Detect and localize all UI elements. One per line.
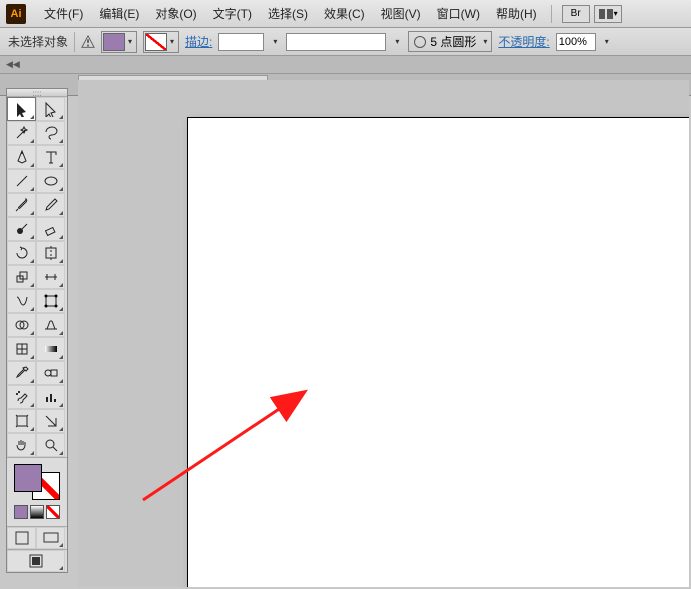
type-tool[interactable] (36, 145, 65, 169)
selection-tool[interactable] (7, 97, 36, 121)
shape-builder-tool[interactable] (7, 313, 36, 337)
perspective-grid-tool[interactable] (36, 313, 65, 337)
separator (551, 5, 552, 23)
variable-width-input[interactable] (286, 33, 386, 51)
brush-preset-label: 5 点圆形 (430, 33, 480, 50)
panel-collapse-icon[interactable]: ◀◀ (6, 59, 20, 70)
blend-tool[interactable] (36, 361, 65, 385)
magic-wand-tool[interactable] (7, 121, 36, 145)
stroke-weight-caret[interactable]: ▾ (270, 37, 280, 46)
zoom-tool[interactable] (36, 433, 65, 457)
paintbrush-tool[interactable] (7, 193, 36, 217)
pen-tool[interactable] (7, 145, 36, 169)
menu-edit[interactable]: 编辑(E) (91, 1, 147, 26)
pencil-tool[interactable] (36, 193, 65, 217)
opacity-input[interactable] (556, 33, 596, 51)
menu-select[interactable]: 选择(S) (260, 1, 316, 26)
app-logo: Ai (6, 4, 26, 24)
change-screen-mode[interactable] (7, 550, 65, 572)
mesh-tool[interactable] (7, 337, 36, 361)
fill-color-swatch[interactable] (14, 464, 42, 492)
stroke-label[interactable]: 描边: (185, 33, 212, 50)
free-transform-tool[interactable] (36, 289, 65, 313)
reflect-tool[interactable] (36, 241, 65, 265)
direct-selection-tool[interactable] (36, 97, 65, 121)
arrange-button[interactable]: ▾ (594, 5, 622, 23)
bridge-button[interactable]: Br (562, 5, 590, 23)
menu-object[interactable]: 对象(O) (147, 1, 204, 26)
menu-bar: Ai 文件(F) 编辑(E) 对象(O) 文字(T) 选择(S) 效果(C) 视… (0, 0, 691, 28)
draw-mode[interactable] (7, 527, 36, 549)
eyedropper-tool[interactable] (7, 361, 36, 385)
brush-preset[interactable]: 5 点圆形 ▾ (408, 31, 492, 52)
fill-swatch[interactable]: ▾ (101, 31, 137, 53)
stroke-swatch[interactable]: ▾ (143, 31, 179, 53)
menu-file[interactable]: 文件(F) (36, 1, 91, 26)
variable-width-caret[interactable]: ▾ (392, 37, 402, 46)
artboard-tool[interactable] (7, 409, 36, 433)
warning-icon (81, 35, 95, 49)
canvas-area[interactable] (78, 80, 689, 587)
separator (74, 32, 75, 52)
tools-panel: :::: (6, 88, 68, 573)
rotate-tool[interactable] (7, 241, 36, 265)
opacity-label[interactable]: 不透明度: (498, 33, 549, 50)
menu-help[interactable]: 帮助(H) (488, 1, 545, 26)
stroke-weight-input[interactable] (218, 33, 264, 51)
selection-status: 未选择对象 (8, 33, 68, 50)
fill-stroke-swatch[interactable] (14, 464, 60, 500)
opacity-caret[interactable]: ▾ (602, 37, 612, 46)
width-tool[interactable] (36, 265, 65, 289)
options-bar: 未选择对象 ▾ ▾ 描边: ▾ ▾ 5 点圆形 ▾ 不透明度: ▾ (0, 28, 691, 56)
panel-grip[interactable]: :::: (7, 89, 67, 97)
menu-view[interactable]: 视图(V) (373, 1, 429, 26)
none-mode[interactable] (46, 505, 60, 519)
gradient-mode[interactable] (30, 505, 44, 519)
symbol-sprayer-tool[interactable] (7, 385, 36, 409)
color-section (7, 457, 67, 526)
ellipse-tool[interactable] (36, 169, 65, 193)
column-graph-tool[interactable] (36, 385, 65, 409)
screen-mode[interactable] (36, 527, 65, 549)
menu-type[interactable]: 文字(T) (205, 1, 260, 26)
color-mode[interactable] (14, 505, 28, 519)
eraser-tool[interactable] (36, 217, 65, 241)
dock-bar: ◀◀ (0, 56, 691, 74)
slice-tool[interactable] (36, 409, 65, 433)
line-segment-tool[interactable] (7, 169, 36, 193)
gradient-tool[interactable] (36, 337, 65, 361)
scale-tool[interactable] (7, 265, 36, 289)
warp-tool[interactable] (7, 289, 36, 313)
artboard[interactable] (188, 118, 689, 587)
menu-window[interactable]: 窗口(W) (429, 1, 488, 26)
lasso-tool[interactable] (36, 121, 65, 145)
menu-effect[interactable]: 效果(C) (316, 1, 373, 26)
blob-brush-tool[interactable] (7, 217, 36, 241)
hand-tool[interactable] (7, 433, 36, 457)
